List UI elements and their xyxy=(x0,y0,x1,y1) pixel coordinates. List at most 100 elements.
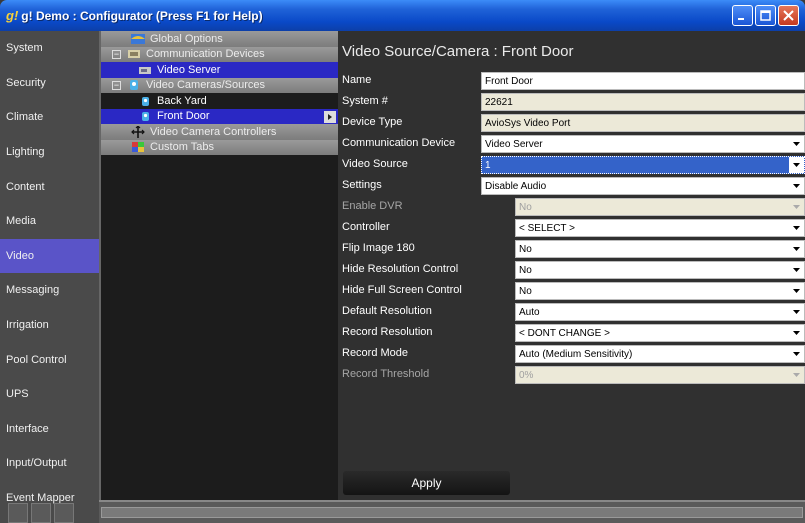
network-icon xyxy=(127,48,141,60)
field-row-communication-device: Communication Device Video Server xyxy=(338,134,805,154)
chevron-down-icon[interactable] xyxy=(789,346,804,362)
chevron-down-icon[interactable] xyxy=(789,157,804,173)
communication-device-select[interactable]: Video Server xyxy=(481,135,805,153)
hide-full-screen-control-select[interactable]: No xyxy=(515,282,805,300)
select-value: Disable Audio xyxy=(485,181,547,192)
sidebar-item-irrigation[interactable]: Irrigation xyxy=(0,308,99,343)
field-label: Record Resolution xyxy=(342,326,433,338)
sidebar-item-lighting[interactable]: Lighting xyxy=(0,135,99,170)
chevron-down-icon[interactable] xyxy=(789,304,804,320)
field-label: Video Source xyxy=(342,158,408,170)
camera-icon xyxy=(127,79,141,91)
select-value: < SELECT > xyxy=(519,223,575,234)
category-sidebar: System Security Climate Lighting Content… xyxy=(0,31,99,523)
footer-tile[interactable] xyxy=(54,503,74,523)
tabs-icon xyxy=(131,141,145,153)
field-row-default-resolution: Default Resolution Auto xyxy=(338,302,805,322)
camera-icon xyxy=(138,95,152,107)
name-input[interactable]: Front Door xyxy=(481,72,805,90)
chevron-down-icon xyxy=(789,199,804,215)
window-controls xyxy=(732,5,799,26)
sidebar-item-input-output[interactable]: Input/Output xyxy=(0,446,99,481)
tree-item-back-yard[interactable]: Back Yard xyxy=(101,93,338,109)
enable-dvr-select: No xyxy=(515,198,805,216)
default-resolution-select[interactable]: Auto xyxy=(515,303,805,321)
system-number-value: 22621 xyxy=(481,93,805,111)
apply-button[interactable]: Apply xyxy=(343,471,510,495)
field-row-hide-resolution-control: Hide Resolution Control No xyxy=(338,260,805,280)
chevron-down-icon[interactable] xyxy=(789,262,804,278)
video-source-select[interactable]: 1 xyxy=(481,156,805,174)
tree-item-front-door[interactable]: Front Door xyxy=(101,108,338,124)
field-row-controller: Controller < SELECT > xyxy=(338,218,805,238)
select-value: 1 xyxy=(485,160,491,171)
sidebar-item-system[interactable]: System xyxy=(0,31,99,66)
maximize-button[interactable] xyxy=(755,5,776,26)
tree-item-communication-devices[interactable]: − Communication Devices xyxy=(101,46,338,62)
field-row-name: Name Front Door xyxy=(338,71,805,91)
tree-item-custom-tabs[interactable]: Custom Tabs xyxy=(101,139,338,155)
field-row-record-resolution: Record Resolution < DONT CHANGE > xyxy=(338,323,805,343)
tree-item-video-server[interactable]: Video Server xyxy=(101,62,338,78)
sidebar-item-pool-control[interactable]: Pool Control xyxy=(0,342,99,377)
sidebar-item-security[interactable]: Security xyxy=(0,66,99,101)
tree-item-video-cameras-sources[interactable]: − Video Cameras/Sources xyxy=(101,77,338,93)
field-label: Record Mode xyxy=(342,347,409,359)
close-button[interactable] xyxy=(778,5,799,26)
expand-right-icon[interactable] xyxy=(324,110,336,123)
select-value: No xyxy=(519,202,532,213)
sidebar-item-content[interactable]: Content xyxy=(0,169,99,204)
record-threshold-select: 0% xyxy=(515,366,805,384)
sidebar-footer-buttons xyxy=(0,501,99,523)
sidebar-item-video[interactable]: Video xyxy=(0,238,99,274)
select-value: 0% xyxy=(519,370,534,381)
field-row-record-mode: Record Mode Auto (Medium Sensitivity) xyxy=(338,344,805,364)
field-row-enable-dvr: Enable DVR No xyxy=(338,197,805,217)
chevron-down-icon[interactable] xyxy=(789,178,804,194)
window-title: g! Demo : Configurator (Press F1 for Hel… xyxy=(21,8,263,23)
hide-resolution-control-select[interactable]: No xyxy=(515,261,805,279)
chevron-down-icon[interactable] xyxy=(789,325,804,341)
collapse-icon[interactable]: − xyxy=(112,49,121,59)
field-label: System # xyxy=(342,95,388,107)
camera-icon xyxy=(138,110,152,122)
footer-tile[interactable] xyxy=(8,503,28,523)
sidebar-item-media[interactable]: Media xyxy=(0,204,99,239)
tree-item-label: Video Camera Controllers xyxy=(150,125,277,138)
minimize-icon xyxy=(738,18,744,20)
properties-panel: Video Source/Camera : Front Door Name Fr… xyxy=(338,31,805,500)
record-resolution-select[interactable]: < DONT CHANGE > xyxy=(515,324,805,342)
app-icon: g! xyxy=(6,8,19,23)
chevron-down-icon[interactable] xyxy=(789,283,804,299)
title-bar: g! g! Demo : Configurator (Press F1 for … xyxy=(0,0,805,31)
move-arrows-icon xyxy=(131,125,145,138)
tree-item-label: Global Options xyxy=(150,32,223,45)
flip-image-select[interactable]: No xyxy=(515,240,805,258)
sidebar-item-ups[interactable]: UPS xyxy=(0,377,99,412)
server-icon xyxy=(138,64,152,76)
tree-item-label: Communication Devices xyxy=(146,48,265,61)
horizontal-scrollbar[interactable] xyxy=(101,507,803,518)
select-value: < DONT CHANGE > xyxy=(519,328,610,339)
sidebar-item-climate[interactable]: Climate xyxy=(0,100,99,135)
footer-tile[interactable] xyxy=(31,503,51,523)
chevron-down-icon[interactable] xyxy=(789,136,804,152)
record-mode-select[interactable]: Auto (Medium Sensitivity) xyxy=(515,345,805,363)
collapse-icon[interactable]: − xyxy=(112,80,121,90)
minimize-button[interactable] xyxy=(732,5,753,26)
chevron-down-icon[interactable] xyxy=(789,241,804,257)
field-label: Controller xyxy=(342,221,390,233)
field-label: Communication Device xyxy=(342,137,456,149)
field-label: Flip Image 180 xyxy=(342,242,415,254)
controller-select[interactable]: < SELECT > xyxy=(515,219,805,237)
field-row-hide-full-screen-control: Hide Full Screen Control No xyxy=(338,281,805,301)
select-value: Auto xyxy=(519,307,540,318)
tree-item-global-options[interactable]: Global Options xyxy=(101,31,338,47)
sidebar-item-interface[interactable]: Interface xyxy=(0,412,99,447)
maximize-icon xyxy=(760,10,771,21)
tree-item-video-camera-controllers[interactable]: Video Camera Controllers xyxy=(101,124,338,140)
settings-select[interactable]: Disable Audio xyxy=(481,177,805,195)
chevron-down-icon[interactable] xyxy=(789,220,804,236)
select-value: Video Server xyxy=(485,139,543,150)
sidebar-item-messaging[interactable]: Messaging xyxy=(0,273,99,308)
